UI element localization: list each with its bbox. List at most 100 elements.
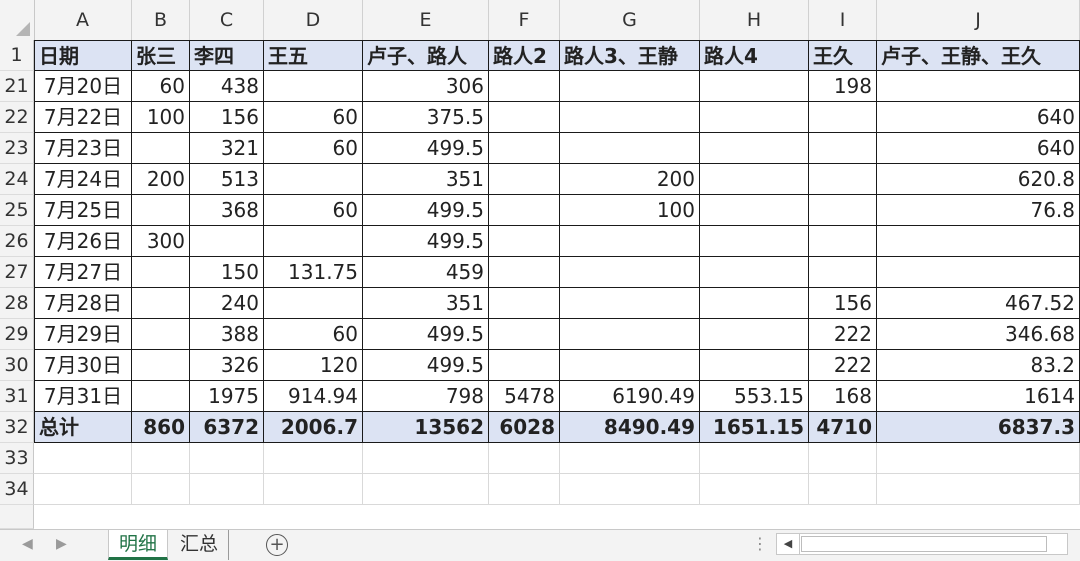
header-cell-b[interactable]: 张三 — [132, 40, 190, 71]
scroll-tabs-right-icon[interactable]: ▶ — [56, 536, 67, 552]
sheet-tab-summary[interactable]: 汇总 — [170, 530, 230, 560]
cell-c[interactable]: 513 — [190, 164, 264, 195]
cell-date[interactable]: 7月30日 — [34, 350, 132, 381]
cell-d[interactable]: 60 — [264, 102, 363, 133]
cell-f[interactable] — [489, 350, 560, 381]
cell-date[interactable]: 7月31日 — [34, 381, 132, 412]
cell-e[interactable]: 499.5 — [363, 319, 489, 350]
cell-f[interactable] — [489, 257, 560, 288]
cell-e[interactable]: 499.5 — [363, 133, 489, 164]
cell-f[interactable] — [489, 71, 560, 102]
cell-d[interactable] — [264, 288, 363, 319]
cell-j[interactable] — [877, 71, 1080, 102]
empty-cell[interactable] — [264, 443, 363, 474]
cell-b[interactable] — [132, 288, 190, 319]
cell-g[interactable]: 6190.49 — [560, 381, 700, 412]
cell-g[interactable]: 200 — [560, 164, 700, 195]
row-header-33[interactable]: 33 — [0, 443, 34, 474]
cell-g[interactable]: 100 — [560, 195, 700, 226]
empty-cell[interactable] — [363, 443, 489, 474]
cell-b[interactable]: 60 — [132, 71, 190, 102]
header-cell-date[interactable]: 日期 — [34, 40, 132, 71]
empty-cell[interactable] — [877, 443, 1080, 474]
cell-b[interactable] — [132, 257, 190, 288]
cell-g[interactable] — [560, 71, 700, 102]
cell-i[interactable]: 156 — [809, 288, 877, 319]
empty-cell[interactable] — [264, 474, 363, 505]
total-cell-d[interactable]: 2006.7 — [264, 412, 363, 443]
column-header-a[interactable]: A — [34, 0, 132, 40]
empty-cell[interactable] — [132, 443, 190, 474]
column-header-e[interactable]: E — [363, 0, 489, 40]
column-header-b[interactable]: B — [132, 0, 190, 40]
cell-c[interactable]: 326 — [190, 350, 264, 381]
cell-e[interactable]: 375.5 — [363, 102, 489, 133]
row-header-30[interactable]: 30 — [0, 350, 34, 381]
column-header-h[interactable]: H — [700, 0, 809, 40]
empty-cell[interactable] — [560, 474, 700, 505]
cell-e[interactable]: 459 — [363, 257, 489, 288]
cell-d[interactable] — [264, 226, 363, 257]
cell-h[interactable] — [700, 319, 809, 350]
cell-j[interactable]: 1614 — [877, 381, 1080, 412]
row-header-25[interactable]: 25 — [0, 195, 34, 226]
total-cell-g[interactable]: 8490.49 — [560, 412, 700, 443]
cell-i[interactable]: 222 — [809, 319, 877, 350]
empty-cell[interactable] — [877, 474, 1080, 505]
cell-i[interactable]: 168 — [809, 381, 877, 412]
row-header-27[interactable]: 27 — [0, 257, 34, 288]
cell-j[interactable]: 76.8 — [877, 195, 1080, 226]
cell-j[interactable]: 640 — [877, 102, 1080, 133]
cell-d[interactable] — [264, 164, 363, 195]
row-header-26[interactable]: 26 — [0, 226, 34, 257]
column-header-d[interactable]: D — [264, 0, 363, 40]
row-header-28[interactable]: 28 — [0, 288, 34, 319]
sheet-tab-detail[interactable]: 明细 — [108, 530, 169, 560]
total-cell-i[interactable]: 4710 — [809, 412, 877, 443]
empty-cell[interactable] — [489, 443, 560, 474]
column-header-g[interactable]: G — [560, 0, 700, 40]
header-cell-c[interactable]: 李四 — [190, 40, 264, 71]
cell-i[interactable] — [809, 195, 877, 226]
cell-h[interactable] — [700, 133, 809, 164]
empty-cell[interactable] — [809, 443, 877, 474]
cell-c[interactable]: 388 — [190, 319, 264, 350]
cell-f[interactable] — [489, 164, 560, 195]
total-cell-c[interactable]: 6372 — [190, 412, 264, 443]
row-header-1[interactable]: 1 — [0, 40, 34, 71]
empty-cell[interactable] — [34, 474, 132, 505]
scroll-tabs-left-icon[interactable]: ◀ — [22, 536, 33, 552]
cell-b[interactable]: 300 — [132, 226, 190, 257]
cell-j[interactable] — [877, 257, 1080, 288]
cell-b[interactable] — [132, 195, 190, 226]
cell-f[interactable] — [489, 319, 560, 350]
cell-j[interactable]: 467.52 — [877, 288, 1080, 319]
cell-date[interactable]: 7月20日 — [34, 71, 132, 102]
cell-e[interactable]: 798 — [363, 381, 489, 412]
column-header-j[interactable]: J — [877, 0, 1080, 40]
row-header-22[interactable]: 22 — [0, 102, 34, 133]
cell-f[interactable] — [489, 102, 560, 133]
select-all-button[interactable] — [0, 0, 35, 40]
cell-e[interactable]: 351 — [363, 164, 489, 195]
scroll-left-icon[interactable]: ◀ — [777, 534, 800, 554]
header-cell-d[interactable]: 王五 — [264, 40, 363, 71]
cell-h[interactable] — [700, 195, 809, 226]
cell-h[interactable] — [700, 257, 809, 288]
cell-b[interactable]: 100 — [132, 102, 190, 133]
cell-d[interactable] — [264, 71, 363, 102]
column-header-f[interactable]: F — [489, 0, 560, 40]
cell-j[interactable]: 346.68 — [877, 319, 1080, 350]
cell-d[interactable]: 120 — [264, 350, 363, 381]
cell-e[interactable]: 499.5 — [363, 195, 489, 226]
header-cell-i[interactable]: 王久 — [809, 40, 877, 71]
cell-b[interactable]: 200 — [132, 164, 190, 195]
header-cell-f[interactable]: 路人2 — [489, 40, 560, 71]
cell-h[interactable] — [700, 350, 809, 381]
cell-d[interactable]: 131.75 — [264, 257, 363, 288]
cell-d[interactable]: 60 — [264, 133, 363, 164]
cell-date[interactable]: 7月25日 — [34, 195, 132, 226]
column-header-i[interactable]: I — [809, 0, 877, 40]
cell-i[interactable] — [809, 102, 877, 133]
cell-d[interactable]: 914.94 — [264, 381, 363, 412]
